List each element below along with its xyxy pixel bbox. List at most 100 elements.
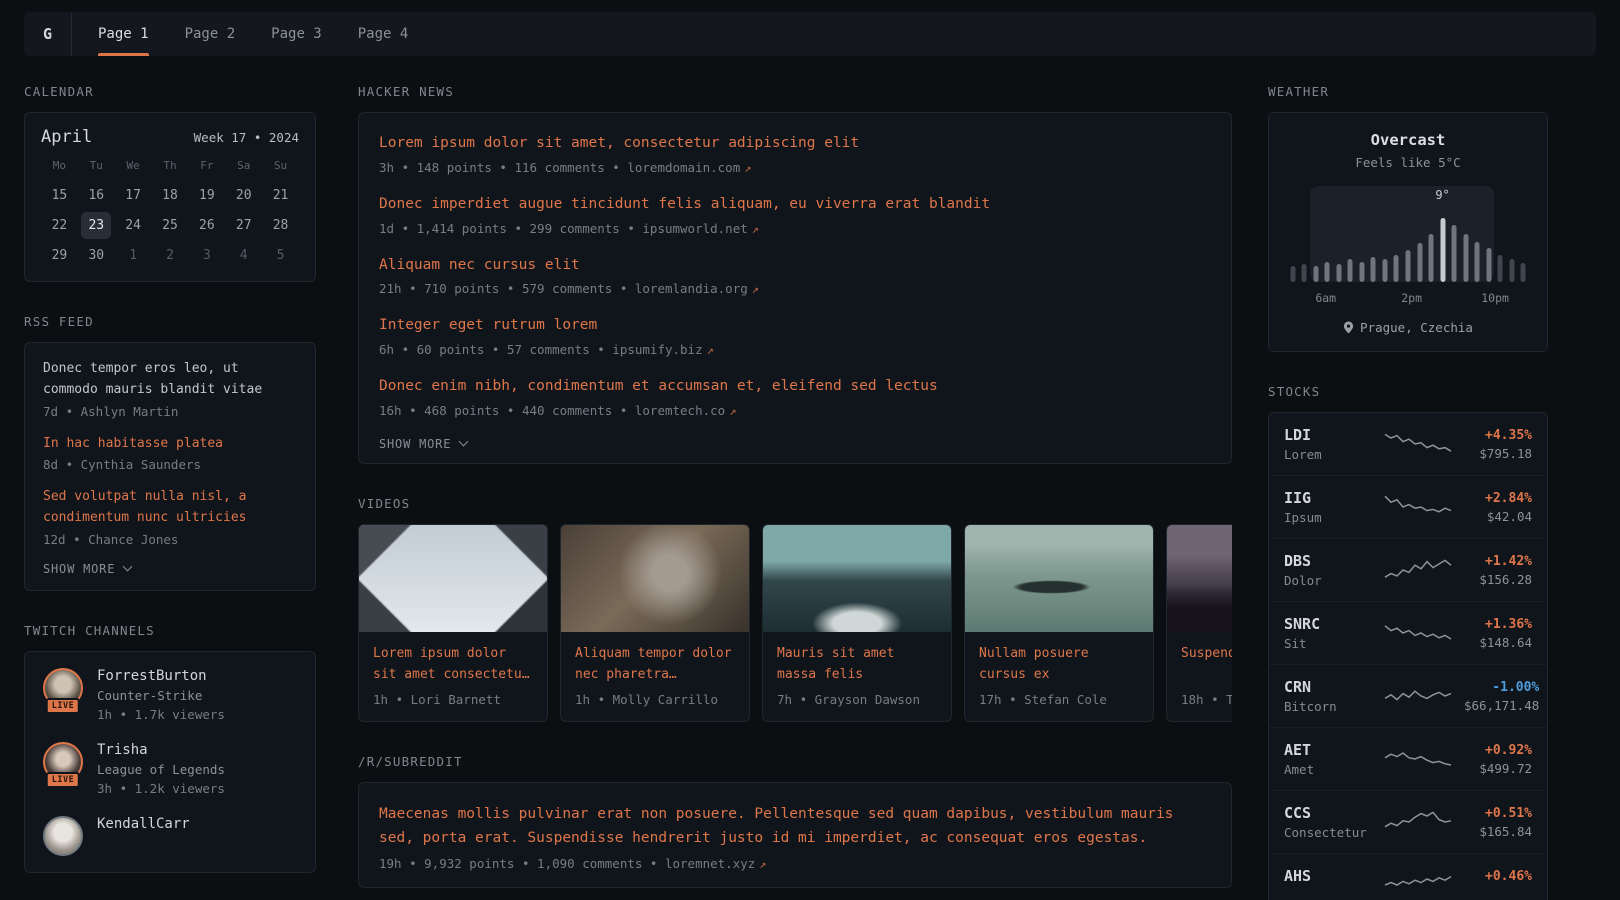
hn-story[interactable]: Aliquam nec cursus elit 21h • 710 points… (379, 255, 1211, 297)
calendar-day[interactable]: 18 (155, 182, 185, 209)
calendar-day[interactable]: 5 (266, 242, 296, 269)
stock-row[interactable]: AET Amet +0.92% $499.72 (1269, 727, 1547, 790)
hn-story[interactable]: Integer eget rutrum lorem 6h • 60 points… (379, 315, 1211, 357)
calendar-day[interactable]: 22 (44, 212, 74, 239)
calendar-day[interactable]: 20 (229, 182, 259, 209)
channel-avatar[interactable]: LIVE (43, 742, 83, 782)
stock-ticker[interactable]: AHS (1284, 867, 1372, 885)
external-link-icon[interactable]: ↗ (707, 343, 714, 357)
calendar-day[interactable]: 28 (266, 212, 296, 239)
channel-name[interactable]: Trisha (97, 742, 225, 758)
stock-row[interactable]: CRN Bitcorn -1.00% $66,171.48 (1269, 664, 1547, 727)
stock-row[interactable]: LDI Lorem +4.35% $795.18 (1269, 413, 1547, 475)
stock-row[interactable]: IIG Ipsum +2.84% $42.04 (1269, 475, 1547, 538)
hn-story[interactable]: Donec imperdiet augue tincidunt felis al… (379, 194, 1211, 236)
twitch-channel-row[interactable]: LIVE Trisha League of Legends 3h • 1.2k … (43, 742, 297, 796)
calendar-day[interactable]: 4 (229, 242, 259, 269)
external-link-icon[interactable]: ↗ (752, 282, 759, 296)
stock-row[interactable]: CCS Consectetur +0.51% $165.84 (1269, 790, 1547, 853)
stock-identity: CCS Consectetur (1284, 804, 1372, 840)
channel-name[interactable]: ForrestBurton (97, 668, 225, 684)
rss-item[interactable]: Sed volutpat nulla nisl, a condimentum n… (43, 487, 297, 547)
stock-ticker[interactable]: LDI (1284, 426, 1372, 444)
calendar-day[interactable]: 21 (266, 182, 296, 209)
channel-game[interactable]: League of Legends (97, 762, 225, 777)
rss-item-title[interactable]: Sed volutpat nulla nisl, a condimentum n… (43, 487, 297, 529)
tab-page-1[interactable]: Page 1 (98, 12, 149, 56)
video-card[interactable]: Mauris sit amet massa felis 7h • Grayson… (762, 524, 952, 723)
calendar-day[interactable]: 25 (155, 212, 185, 239)
video-title[interactable]: Aliquam tempor dolor nec pharetra… (575, 644, 735, 686)
live-badge: LIVE (46, 698, 80, 714)
calendar-day[interactable]: 19 (192, 182, 222, 209)
stock-ticker[interactable]: CCS (1284, 804, 1372, 822)
calendar-day[interactable]: 16 (81, 182, 111, 209)
app-logo[interactable]: G (24, 12, 72, 56)
calendar-day[interactable]: 24 (118, 212, 148, 239)
rss-item-title[interactable]: Donec tempor eros leo, ut commodo mauris… (43, 359, 297, 401)
calendar-day[interactable]: 29 (44, 242, 74, 269)
video-thumbnail[interactable] (1167, 525, 1232, 632)
hn-story[interactable]: Lorem ipsum dolor sit amet, consectetur … (379, 133, 1211, 175)
stock-change: +2.84% (1464, 491, 1532, 506)
stock-change: +1.36% (1464, 617, 1532, 632)
stock-sparkline (1382, 555, 1454, 585)
stock-row[interactable]: AHS +0.46% (1269, 853, 1547, 900)
video-card[interactable]: Nullam posuere cursus ex 17h • Stefan Co… (964, 524, 1154, 723)
calendar-day[interactable]: 27 (229, 212, 259, 239)
stock-row[interactable]: SNRC Sit +1.36% $148.64 (1269, 601, 1547, 664)
calendar-day[interactable]: 30 (81, 242, 111, 269)
rss-item[interactable]: Donec tempor eros leo, ut commodo mauris… (43, 359, 297, 419)
tab-page-2[interactable]: Page 2 (185, 12, 236, 56)
stock-ticker[interactable]: DBS (1284, 552, 1372, 570)
video-thumbnail[interactable] (561, 525, 749, 632)
video-thumbnail[interactable] (965, 525, 1153, 632)
twitch-channel-row[interactable]: LIVE ForrestBurton Counter-Strike 1h • 1… (43, 668, 297, 722)
external-link-icon[interactable]: ↗ (759, 857, 766, 871)
channel-avatar[interactable] (43, 816, 83, 856)
stock-name: Amet (1284, 762, 1372, 777)
calendar-day[interactable]: 2 (155, 242, 185, 269)
calendar-day[interactable]: 26 (192, 212, 222, 239)
calendar-day[interactable]: 15 (44, 182, 74, 209)
video-card[interactable]: Suspendisse diam 18h • Tara (1166, 524, 1232, 723)
video-card[interactable]: Lorem ipsum dolor sit amet consectetu… 1… (358, 524, 548, 723)
twitch-channel-row[interactable]: KendallCarr (43, 816, 297, 856)
story-title[interactable]: Integer eget rutrum lorem (379, 315, 1211, 337)
calendar-day[interactable]: 1 (118, 242, 148, 269)
story-title[interactable]: Lorem ipsum dolor sit amet, consectetur … (379, 133, 1211, 155)
calendar-day-selected[interactable]: 23 (81, 212, 111, 239)
stock-ticker[interactable]: SNRC (1284, 615, 1372, 633)
video-title[interactable]: Suspendisse diam (1181, 644, 1232, 685)
stock-ticker[interactable]: CRN (1284, 678, 1372, 696)
channel-avatar[interactable]: LIVE (43, 668, 83, 708)
story-title[interactable]: Donec enim nibh, condimentum et accumsan… (379, 376, 1211, 398)
stock-ticker[interactable]: IIG (1284, 489, 1372, 507)
video-thumbnail[interactable] (359, 525, 547, 632)
video-thumbnail[interactable] (763, 525, 951, 632)
calendar-day[interactable]: 3 (192, 242, 222, 269)
video-title[interactable]: Nullam posuere cursus ex (979, 644, 1139, 686)
calendar-day[interactable]: 17 (118, 182, 148, 209)
story-title[interactable]: Donec imperdiet augue tincidunt felis al… (379, 194, 1211, 216)
video-title[interactable]: Mauris sit amet massa felis (777, 644, 937, 686)
external-link-icon[interactable]: ↗ (729, 404, 736, 418)
video-title[interactable]: Lorem ipsum dolor sit amet consectetu… (373, 644, 533, 686)
story-title[interactable]: Aliquam nec cursus elit (379, 255, 1211, 277)
stock-row[interactable]: DBS Dolor +1.42% $156.28 (1269, 538, 1547, 601)
hn-show-more-button[interactable]: SHOW MORE (379, 437, 1211, 451)
rss-item-title[interactable]: In hac habitasse platea (43, 434, 297, 455)
video-card[interactable]: Aliquam tempor dolor nec pharetra… 1h • … (560, 524, 750, 723)
post-title[interactable]: Maecenas mollis pulvinar erat non posuer… (379, 803, 1211, 851)
tab-page-4[interactable]: Page 4 (358, 12, 409, 56)
reddit-post[interactable]: Maecenas mollis pulvinar erat non posuer… (379, 803, 1211, 871)
channel-name[interactable]: KendallCarr (97, 816, 190, 832)
external-link-icon[interactable]: ↗ (744, 161, 751, 175)
rss-show-more-button[interactable]: SHOW MORE (43, 562, 297, 576)
tab-page-3[interactable]: Page 3 (271, 12, 322, 56)
external-link-icon[interactable]: ↗ (752, 222, 759, 236)
stock-ticker[interactable]: AET (1284, 741, 1372, 759)
hn-story[interactable]: Donec enim nibh, condimentum et accumsan… (379, 376, 1211, 418)
channel-game[interactable]: Counter-Strike (97, 688, 225, 703)
rss-item[interactable]: In hac habitasse platea 8d • Cynthia Sau… (43, 434, 297, 473)
